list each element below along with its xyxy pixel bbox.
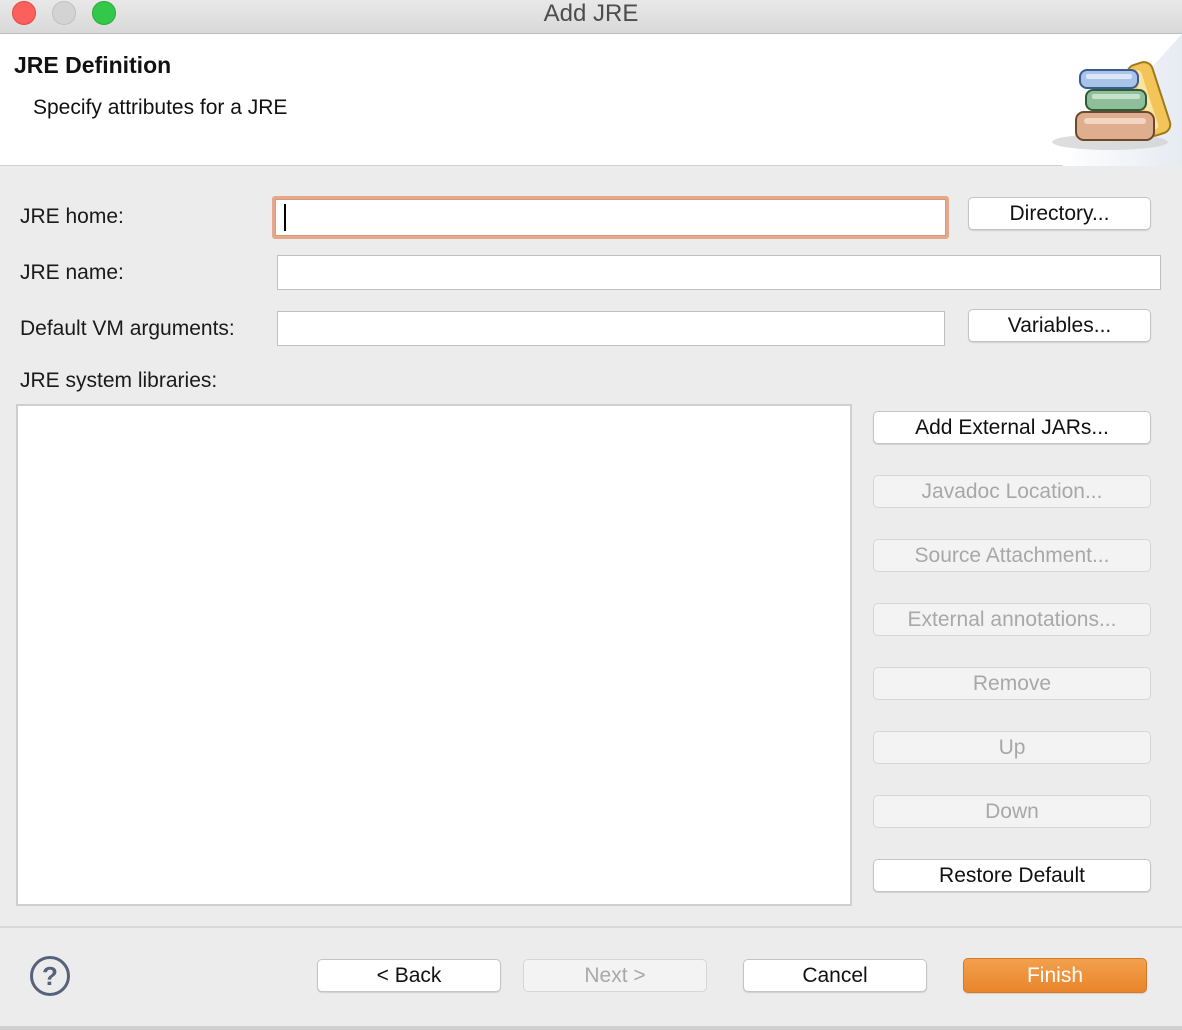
jre-name-label: JRE name: bbox=[20, 261, 124, 284]
source-attachment-button[interactable]: Source Attachment... bbox=[873, 539, 1151, 572]
vm-arguments-input[interactable] bbox=[277, 311, 945, 346]
add-external-jars-button[interactable]: Add External JARs... bbox=[873, 411, 1151, 444]
up-button[interactable]: Up bbox=[873, 731, 1151, 764]
footer-separator bbox=[0, 926, 1182, 928]
remove-button[interactable]: Remove bbox=[873, 667, 1151, 700]
wizard-banner: JRE Definition Specify attributes for a … bbox=[0, 34, 1182, 166]
external-annotations-button[interactable]: External annotations... bbox=[873, 603, 1151, 636]
variables-button[interactable]: Variables... bbox=[968, 309, 1151, 342]
javadoc-location-button[interactable]: Javadoc Location... bbox=[873, 475, 1151, 508]
restore-default-button[interactable]: Restore Default bbox=[873, 859, 1151, 892]
directory-button[interactable]: Directory... bbox=[968, 197, 1151, 230]
jre-home-label: JRE home: bbox=[20, 205, 124, 228]
next-button[interactable]: Next > bbox=[523, 959, 707, 992]
add-jre-dialog: Add JRE JRE Definition Specify attribute… bbox=[0, 0, 1182, 1030]
system-libraries-list[interactable] bbox=[16, 404, 852, 906]
jre-name-input[interactable] bbox=[277, 255, 1161, 290]
help-icon[interactable]: ? bbox=[30, 956, 70, 996]
jre-home-input[interactable] bbox=[272, 196, 949, 239]
banner-subtitle: Specify attributes for a JRE bbox=[33, 96, 288, 119]
text-caret bbox=[284, 204, 286, 231]
vm-arguments-label: Default VM arguments: bbox=[20, 317, 235, 340]
title-bar: Add JRE bbox=[0, 0, 1182, 34]
system-libraries-label: JRE system libraries: bbox=[20, 369, 218, 392]
back-button[interactable]: < Back bbox=[317, 959, 501, 992]
down-button[interactable]: Down bbox=[873, 795, 1151, 828]
window-title: Add JRE bbox=[543, 0, 639, 27]
cancel-button[interactable]: Cancel bbox=[743, 959, 927, 992]
banner-title: JRE Definition bbox=[14, 52, 172, 78]
finish-button[interactable]: Finish bbox=[963, 958, 1147, 993]
window-bottom-edge bbox=[0, 1026, 1182, 1030]
books-icon bbox=[1052, 34, 1182, 166]
